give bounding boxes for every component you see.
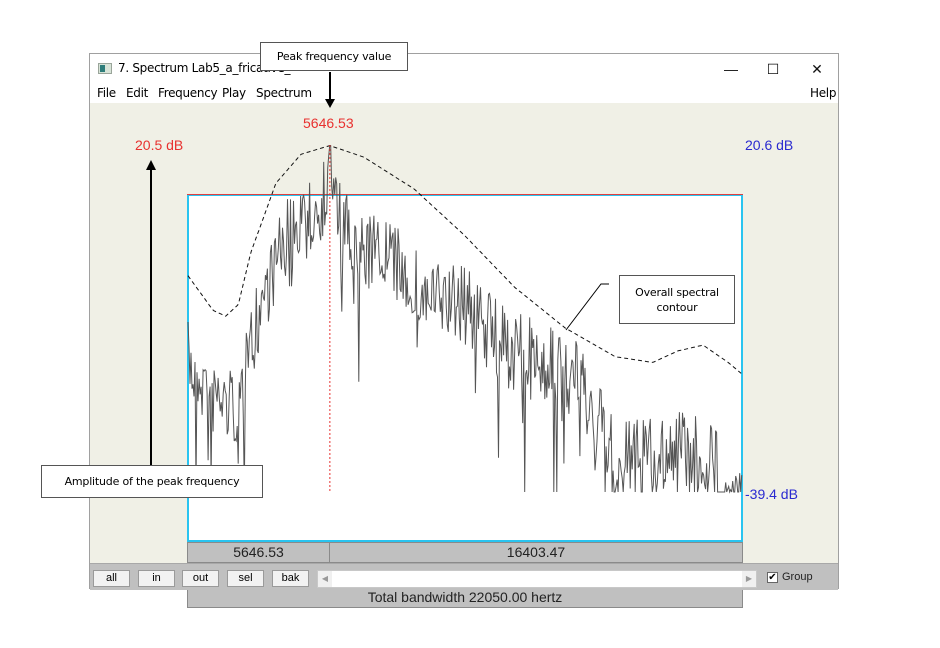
spectral-contour-callout: Overall spectral contour (619, 275, 735, 324)
contour-callout-line2: contour (656, 300, 698, 314)
contour-callout-line1: Overall spectral (635, 285, 719, 299)
contour-pointer-line (565, 283, 609, 331)
peak-frequency-callout-text: Peak frequency value (276, 50, 392, 63)
spectral-contour-line (187, 145, 742, 374)
peak-amplitude-arrowhead (146, 160, 156, 170)
peak-amplitude-callout: Amplitude of the peak frequency (41, 465, 263, 498)
peak-frequency-arrowhead (325, 99, 335, 108)
peak-frequency-callout: Peak frequency value (260, 42, 408, 71)
peak-amplitude-callout-text: Amplitude of the peak frequency (64, 475, 240, 488)
spectrum-chart (146, 72, 743, 494)
